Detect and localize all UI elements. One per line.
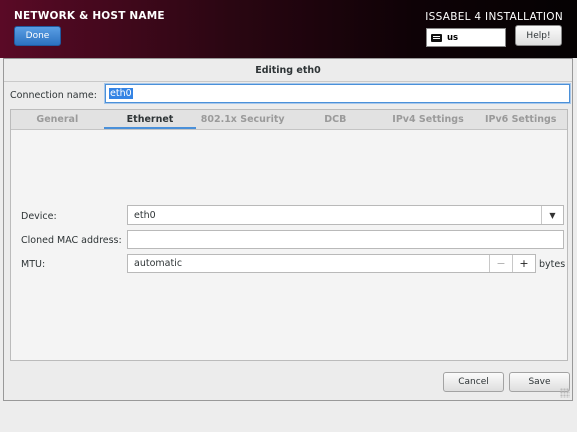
tab-ipv6-settings[interactable]: IPv6 Settings — [474, 110, 567, 129]
mtu-label: MTU: — [21, 259, 46, 270]
mtu-unit-label: bytes — [539, 259, 566, 270]
cancel-button[interactable]: Cancel — [443, 372, 504, 392]
chevron-down-icon[interactable]: ▼ — [541, 206, 563, 224]
page-title: NETWORK & HOST NAME — [14, 10, 165, 22]
mtu-value: automatic — [134, 258, 183, 269]
settings-notebook: General Ethernet 802.1x Security DCB IPv… — [10, 109, 568, 361]
device-value: eth0 — [134, 209, 156, 221]
tab-ipv4-settings[interactable]: IPv4 Settings — [382, 110, 475, 129]
minus-icon[interactable]: − — [489, 255, 512, 272]
cloned-mac-label: Cloned MAC address: — [21, 235, 122, 246]
tab-8021x-security[interactable]: 802.1x Security — [196, 110, 289, 129]
keyboard-layout-indicator[interactable]: us — [426, 28, 506, 47]
keyboard-icon — [431, 33, 442, 42]
edit-connection-dialog: Editing eth0 Connection name: eth0 Gener… — [3, 58, 573, 401]
connection-name-value: eth0 — [109, 88, 133, 99]
tab-ethernet[interactable]: Ethernet — [103, 110, 197, 129]
dialog-title: Editing eth0 — [255, 65, 321, 76]
keyboard-layout-label: us — [447, 32, 459, 43]
resize-grip-icon[interactable] — [560, 388, 570, 398]
done-button[interactable]: Done — [14, 26, 61, 46]
installation-title: ISSABEL 4 INSTALLATION — [425, 11, 563, 23]
plus-icon[interactable]: + — [512, 255, 535, 272]
device-combobox[interactable]: eth0 ▼ — [127, 205, 564, 225]
installer-header: NETWORK & HOST NAME Done ISSABEL 4 INSTA… — [0, 0, 577, 58]
connection-name-input[interactable]: eth0 — [105, 84, 570, 103]
cloned-mac-input[interactable] — [127, 230, 564, 249]
tab-dcb[interactable]: DCB — [289, 110, 382, 129]
help-button[interactable]: Help! — [515, 25, 562, 46]
mtu-spinbox[interactable]: automatic − + — [127, 254, 536, 273]
tab-bar: General Ethernet 802.1x Security DCB IPv… — [11, 110, 567, 130]
dialog-divider — [4, 81, 572, 82]
connection-name-label: Connection name: — [10, 90, 97, 101]
device-label: Device: — [21, 211, 57, 222]
tab-general[interactable]: General — [11, 110, 104, 129]
